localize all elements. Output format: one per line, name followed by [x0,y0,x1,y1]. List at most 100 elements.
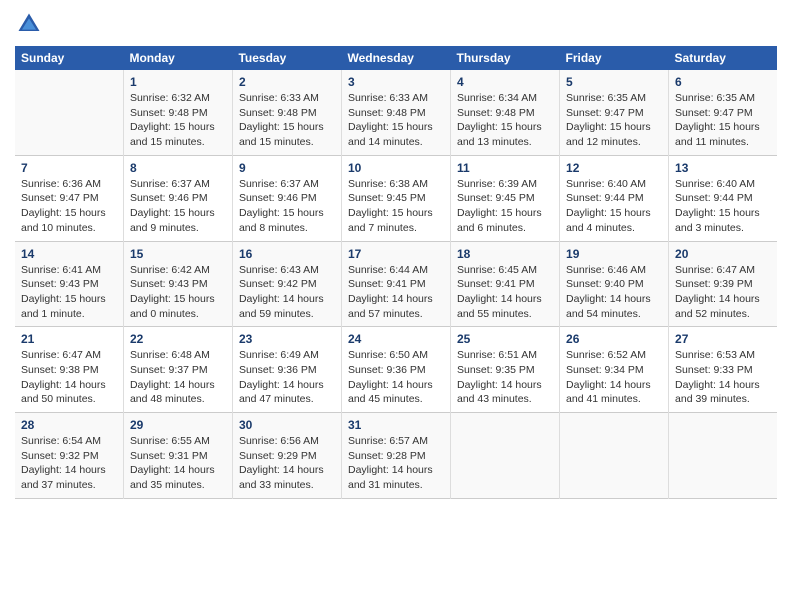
day-number: 17 [348,247,444,261]
day-info: Sunrise: 6:32 AM Sunset: 9:48 PM Dayligh… [130,91,226,150]
week-row-5: 28 Sunrise: 6:54 AM Sunset: 9:32 PM Dayli… [15,413,777,499]
day-info: Sunrise: 6:51 AM Sunset: 9:35 PM Dayligh… [457,348,553,407]
page-container: SundayMondayTuesdayWednesdayThursdayFrid… [0,0,792,509]
day-number: 10 [348,161,444,175]
day-cell: 11 Sunrise: 6:39 AM Sunset: 9:45 PM Dayli… [451,155,560,241]
day-number: 14 [21,247,117,261]
day-cell: 19Sunrise: 6:46 AM Sunset: 9:40 PM Dayli… [560,241,669,327]
day-cell [451,413,560,499]
day-number: 24 [348,332,444,346]
day-info: Sunrise: 6:47 AM Sunset: 9:39 PM Dayligh… [675,263,771,322]
day-cell: 13 Sunrise: 6:40 AM Sunset: 9:44 PM Dayli… [669,155,777,241]
day-info: Sunrise: 6:50 AM Sunset: 9:36 PM Dayligh… [348,348,444,407]
day-number: 3 [348,75,444,89]
calendar-table: SundayMondayTuesdayWednesdayThursdayFrid… [15,46,777,499]
day-info: Sunrise: 6:33 AM Sunset: 9:48 PM Dayligh… [239,91,335,150]
day-cell: 9 Sunrise: 6:37 AM Sunset: 9:46 PM Daylig… [232,155,341,241]
day-cell: 4 Sunrise: 6:34 AM Sunset: 9:48 PM Daylig… [451,70,560,155]
day-number: 27 [675,332,771,346]
day-number: 23 [239,332,335,346]
day-cell: 18 Sunrise: 6:45 AM Sunset: 9:41 PM Dayli… [451,241,560,327]
header-row: SundayMondayTuesdayWednesdayThursdayFrid… [15,46,777,70]
day-cell [560,413,669,499]
day-header-sunday: Sunday [15,46,123,70]
day-info: Sunrise: 6:56 AM Sunset: 9:29 PM Dayligh… [239,434,335,493]
day-info: Sunrise: 6:37 AM Sunset: 9:46 PM Dayligh… [130,177,226,236]
day-number: 22 [130,332,226,346]
day-cell: 31 Sunrise: 6:57 AM Sunset: 9:28 PM Dayli… [341,413,450,499]
day-number: 26 [566,332,662,346]
day-cell: 20 Sunrise: 6:47 AM Sunset: 9:39 PM Dayli… [669,241,777,327]
day-cell: 12 Sunrise: 6:40 AM Sunset: 9:44 PM Dayli… [560,155,669,241]
day-cell: 21 Sunrise: 6:47 AM Sunset: 9:38 PM Dayli… [15,327,123,413]
day-number: 6 [675,75,771,89]
day-info: Sunrise: 6:33 AM Sunset: 9:48 PM Dayligh… [348,91,444,150]
day-number: 1 [130,75,226,89]
logo-icon [15,10,43,38]
day-number: 31 [348,418,444,432]
logo [15,10,45,38]
day-number: 20 [675,247,771,261]
day-number: 28 [21,418,117,432]
day-cell [669,413,777,499]
day-number: 12 [566,161,662,175]
day-info: Sunrise: 6:34 AM Sunset: 9:48 PM Dayligh… [457,91,553,150]
day-cell: 16 Sunrise: 6:43 AM Sunset: 9:42 PM Dayli… [232,241,341,327]
day-header-monday: Monday [123,46,232,70]
day-number: 25 [457,332,553,346]
day-info: Sunrise: 6:53 AM Sunset: 9:33 PM Dayligh… [675,348,771,407]
day-number: 9 [239,161,335,175]
day-header-wednesday: Wednesday [341,46,450,70]
day-number: 29 [130,418,226,432]
day-header-tuesday: Tuesday [232,46,341,70]
day-number: 8 [130,161,226,175]
day-cell: 25 Sunrise: 6:51 AM Sunset: 9:35 PM Dayli… [451,327,560,413]
day-info: Sunrise: 6:54 AM Sunset: 9:32 PM Dayligh… [21,434,117,493]
day-info: Sunrise: 6:35 AM Sunset: 9:47 PM Dayligh… [675,91,771,150]
day-number: 11 [457,161,553,175]
day-info: Sunrise: 6:40 AM Sunset: 9:44 PM Dayligh… [566,177,662,236]
day-info: Sunrise: 6:57 AM Sunset: 9:28 PM Dayligh… [348,434,444,493]
day-cell: 29 Sunrise: 6:55 AM Sunset: 9:31 PM Dayli… [123,413,232,499]
week-row-3: 14 Sunrise: 6:41 AM Sunset: 9:43 PM Dayli… [15,241,777,327]
day-cell: 26 Sunrise: 6:52 AM Sunset: 9:34 PM Dayli… [560,327,669,413]
day-info: Sunrise: 6:43 AM Sunset: 9:42 PM Dayligh… [239,263,335,322]
day-number: 2 [239,75,335,89]
day-info: Sunrise: 6:35 AM Sunset: 9:47 PM Dayligh… [566,91,662,150]
day-info: Sunrise: 6:37 AM Sunset: 9:46 PM Dayligh… [239,177,335,236]
day-info: Sunrise: 6:41 AM Sunset: 9:43 PM Dayligh… [21,263,117,322]
day-info: Sunrise: 6:45 AM Sunset: 9:41 PM Dayligh… [457,263,553,322]
day-info: Sunrise: 6:39 AM Sunset: 9:45 PM Dayligh… [457,177,553,236]
day-info: Sunrise: 6:52 AM Sunset: 9:34 PM Dayligh… [566,348,662,407]
day-info: Sunrise: 6:42 AM Sunset: 9:43 PM Dayligh… [130,263,226,322]
day-info: Sunrise: 6:40 AM Sunset: 9:44 PM Dayligh… [675,177,771,236]
day-number: 16 [239,247,335,261]
day-cell: 10 Sunrise: 6:38 AM Sunset: 9:45 PM Dayli… [341,155,450,241]
day-number: 19 [566,247,662,261]
day-cell: 1 Sunrise: 6:32 AM Sunset: 9:48 PM Daylig… [123,70,232,155]
day-cell: 15 Sunrise: 6:42 AM Sunset: 9:43 PM Dayli… [123,241,232,327]
day-number: 4 [457,75,553,89]
week-row-2: 7Sunrise: 6:36 AM Sunset: 9:47 PM Daylig… [15,155,777,241]
day-number: 18 [457,247,553,261]
day-cell: 27 Sunrise: 6:53 AM Sunset: 9:33 PM Dayli… [669,327,777,413]
day-cell: 3 Sunrise: 6:33 AM Sunset: 9:48 PM Daylig… [341,70,450,155]
day-number: 5 [566,75,662,89]
day-number: 15 [130,247,226,261]
day-header-friday: Friday [560,46,669,70]
day-cell [15,70,123,155]
header [15,10,777,38]
day-cell: 2 Sunrise: 6:33 AM Sunset: 9:48 PM Daylig… [232,70,341,155]
day-number: 21 [21,332,117,346]
week-row-4: 21 Sunrise: 6:47 AM Sunset: 9:38 PM Dayli… [15,327,777,413]
day-cell: 6 Sunrise: 6:35 AM Sunset: 9:47 PM Daylig… [669,70,777,155]
day-cell: 8 Sunrise: 6:37 AM Sunset: 9:46 PM Daylig… [123,155,232,241]
day-info: Sunrise: 6:47 AM Sunset: 9:38 PM Dayligh… [21,348,117,407]
day-cell: 17Sunrise: 6:44 AM Sunset: 9:41 PM Dayli… [341,241,450,327]
day-info: Sunrise: 6:48 AM Sunset: 9:37 PM Dayligh… [130,348,226,407]
day-number: 13 [675,161,771,175]
day-info: Sunrise: 6:38 AM Sunset: 9:45 PM Dayligh… [348,177,444,236]
day-cell: 5 Sunrise: 6:35 AM Sunset: 9:47 PM Daylig… [560,70,669,155]
day-cell: 23Sunrise: 6:49 AM Sunset: 9:36 PM Dayli… [232,327,341,413]
day-info: Sunrise: 6:55 AM Sunset: 9:31 PM Dayligh… [130,434,226,493]
